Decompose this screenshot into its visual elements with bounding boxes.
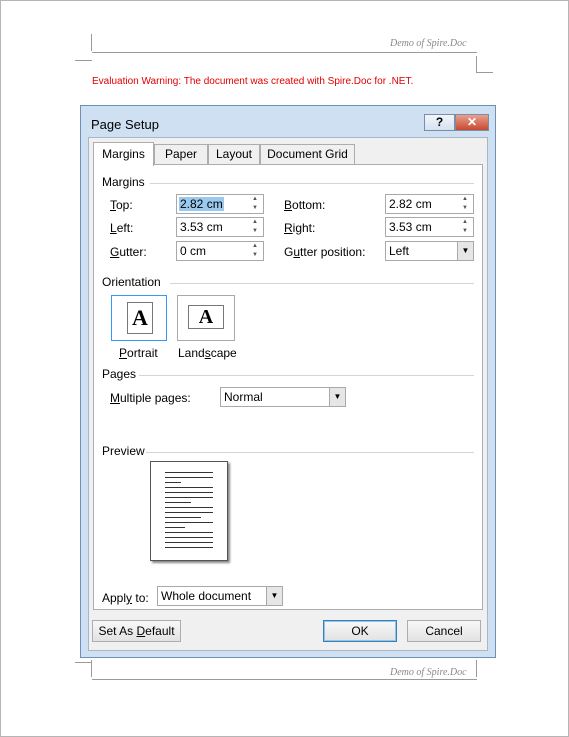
footer-rule: [92, 679, 477, 680]
top-label: Top:: [110, 198, 133, 212]
margins-section-rule: [150, 183, 474, 184]
top-margin-input[interactable]: 2.82 cm ▲ ▼: [176, 194, 264, 214]
margins-tab-panel: Margins Top: 2.82 cm ▲ ▼ Bottom: 2.82 cm…: [93, 164, 483, 610]
header-text: Demo of Spire.Doc: [390, 38, 467, 49]
left-label: Left:: [110, 221, 134, 235]
spin-up-icon[interactable]: ▲: [457, 218, 473, 227]
right-margin-input[interactable]: 3.53 cm ▲ ▼: [385, 217, 474, 237]
preview-line: [165, 527, 185, 528]
preview-line: [165, 482, 181, 483]
spin-up-icon[interactable]: ▲: [247, 195, 263, 204]
gutter-position-select[interactable]: Left ▼: [385, 241, 474, 261]
gutter-value: 0 cm: [180, 244, 207, 258]
preview-line: [165, 522, 213, 523]
multiple-pages-select[interactable]: Normal ▼: [220, 387, 346, 407]
bottom-label: Bottom:: [284, 198, 326, 212]
crop-mark-top-right: [476, 56, 477, 73]
right-margin-spinner[interactable]: ▲ ▼: [457, 218, 473, 236]
right-margin-value: 3.53 cm: [389, 220, 432, 234]
preview-line: [165, 502, 191, 503]
bottom-margin-spinner[interactable]: ▲ ▼: [457, 195, 473, 213]
preview-line: [165, 492, 213, 493]
tab-layout[interactable]: Layout: [208, 144, 260, 164]
crop-mark-bottom-left-h: [75, 662, 92, 663]
ok-button[interactable]: OK: [323, 620, 397, 642]
portrait-label: Portrait: [119, 346, 158, 360]
landscape-option[interactable]: A: [177, 295, 235, 341]
preview-line: [165, 532, 213, 533]
apply-to-value: Whole document: [161, 589, 252, 603]
preview-line: [165, 547, 213, 548]
bottom-margin-input[interactable]: 2.82 cm ▲ ▼: [385, 194, 474, 214]
preview-line: [165, 477, 213, 478]
preview-line: [165, 507, 213, 508]
pages-section-label: Pages: [102, 367, 137, 381]
set-as-default-button[interactable]: Set As Default: [92, 620, 181, 642]
preview-line: [165, 487, 213, 488]
spin-up-icon[interactable]: ▲: [247, 218, 263, 227]
orientation-section-rule: [170, 283, 474, 284]
landscape-glyph: A: [198, 306, 214, 328]
preview-section-rule: [146, 452, 474, 453]
portrait-option[interactable]: A: [111, 295, 167, 341]
orientation-section-label: Orientation: [102, 275, 161, 289]
landscape-page-icon: A: [188, 305, 224, 329]
crop-mark-top-left-h: [75, 60, 92, 61]
tab-document-grid[interactable]: Document Grid: [260, 144, 355, 164]
landscape-label: Landscape: [178, 346, 237, 360]
left-margin-spinner[interactable]: ▲ ▼: [247, 218, 263, 236]
close-button[interactable]: ✕: [455, 114, 489, 131]
spin-down-icon[interactable]: ▼: [247, 204, 263, 213]
preview-line: [165, 497, 213, 498]
header-rule: [92, 52, 477, 53]
preview-line: [165, 472, 213, 473]
gutter-input[interactable]: 0 cm ▲ ▼: [176, 241, 264, 261]
gutter-position-label: Gutter position:: [284, 245, 366, 259]
left-margin-input[interactable]: 3.53 cm ▲ ▼: [176, 217, 264, 237]
gutter-label: Gutter:: [110, 245, 147, 259]
top-margin-value: 2.82 cm: [179, 197, 224, 211]
page-preview: [150, 461, 228, 561]
chevron-down-icon[interactable]: ▼: [329, 388, 345, 406]
crop-mark-top-right-h: [476, 72, 493, 73]
preview-line: [165, 517, 201, 518]
gutter-spinner[interactable]: ▲ ▼: [247, 242, 263, 260]
chevron-down-icon[interactable]: ▼: [266, 587, 282, 605]
crop-mark-bottom-right: [476, 660, 477, 677]
spin-down-icon[interactable]: ▼: [247, 227, 263, 236]
gutter-position-value: Left: [389, 244, 410, 258]
tab-margins[interactable]: Margins: [93, 142, 154, 166]
portrait-page-icon: A: [127, 302, 153, 334]
footer-text: Demo of Spire.Doc: [390, 667, 467, 678]
preview-line: [165, 537, 213, 538]
preview-line: [165, 512, 213, 513]
margins-section-label: Margins: [102, 175, 145, 189]
right-label: Right:: [284, 221, 316, 235]
bottom-margin-value: 2.82 cm: [389, 197, 432, 211]
apply-to-label: Apply to:: [102, 591, 149, 605]
apply-to-select[interactable]: Whole document ▼: [157, 586, 283, 606]
evaluation-warning: Evaluation Warning: The document was cre…: [92, 76, 414, 87]
tab-paper[interactable]: Paper: [154, 144, 208, 164]
spin-down-icon[interactable]: ▼: [457, 204, 473, 213]
dialog-title: Page Setup: [91, 117, 159, 132]
spin-up-icon[interactable]: ▲: [457, 195, 473, 204]
left-margin-value: 3.53 cm: [180, 220, 223, 234]
pages-section-rule: [139, 375, 474, 376]
spin-down-icon[interactable]: ▼: [457, 227, 473, 236]
top-margin-spinner[interactable]: ▲ ▼: [247, 195, 263, 213]
multiple-pages-label: Multiple pages:: [110, 391, 191, 405]
page-setup-dialog: Page Setup ? ✕ Margins Paper Layout Docu…: [80, 105, 496, 658]
chevron-down-icon[interactable]: ▼: [457, 242, 473, 260]
preview-line: [165, 542, 213, 543]
cancel-button[interactable]: Cancel: [407, 620, 481, 642]
portrait-glyph: A: [132, 305, 148, 330]
preview-section-label: Preview: [102, 444, 145, 458]
crop-mark-top-left: [91, 34, 92, 51]
spin-down-icon[interactable]: ▼: [247, 251, 263, 260]
spin-up-icon[interactable]: ▲: [247, 242, 263, 251]
help-button[interactable]: ?: [424, 114, 455, 131]
multiple-pages-value: Normal: [224, 390, 263, 404]
